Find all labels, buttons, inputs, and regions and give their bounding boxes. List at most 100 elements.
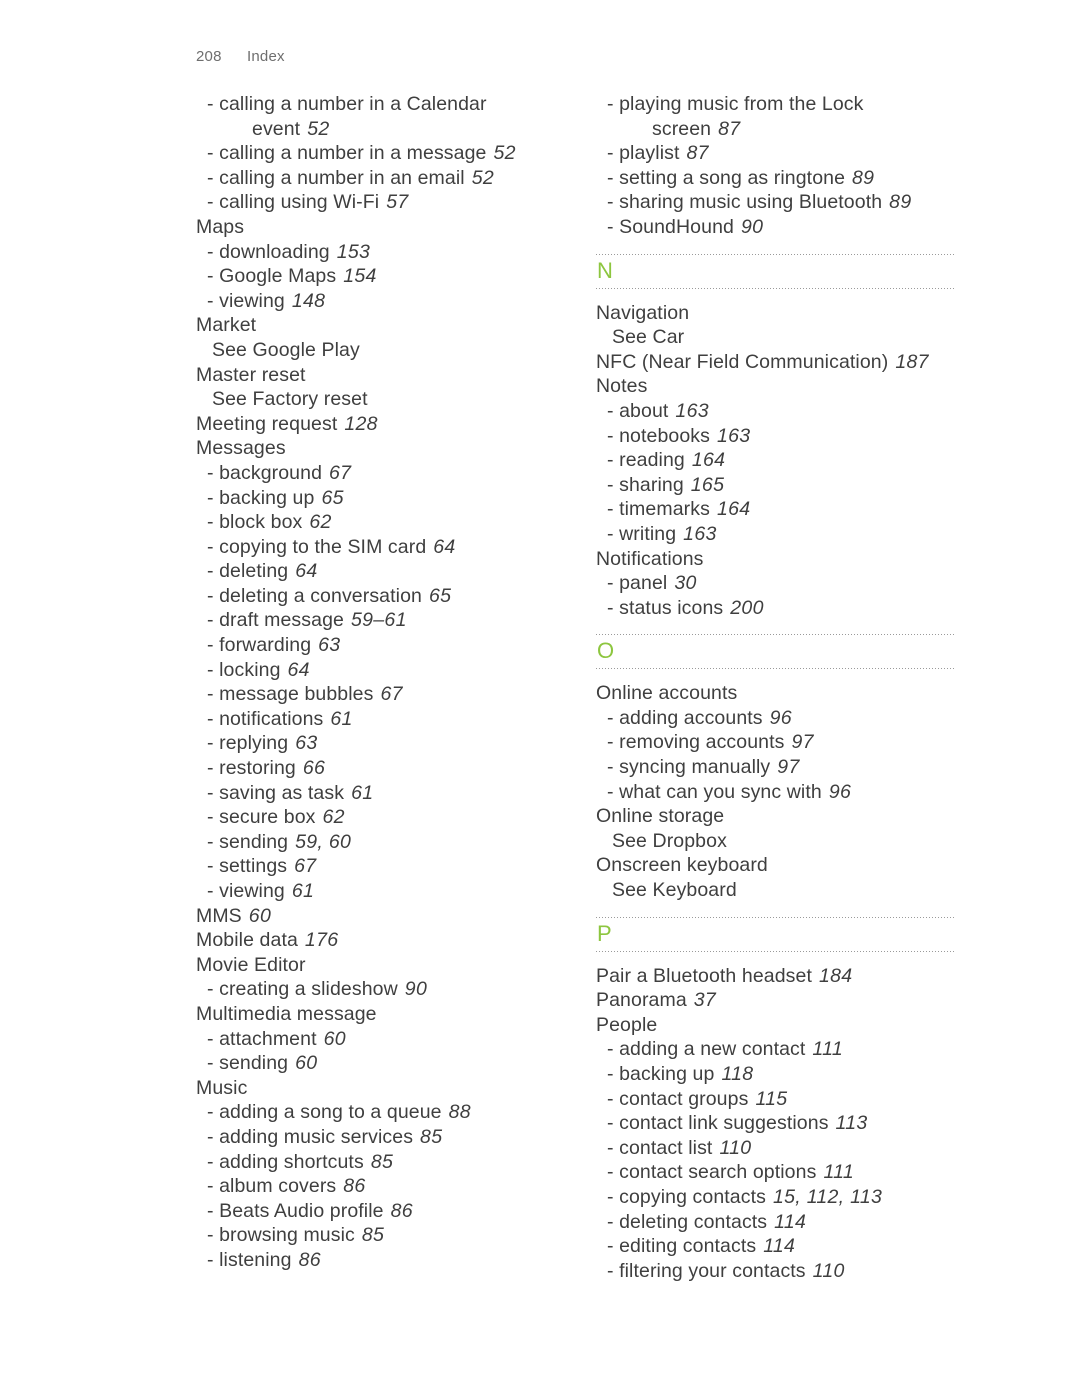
index-entry: See Factory reset	[196, 387, 562, 412]
index-entry-label: People	[596, 1013, 658, 1036]
index-entry-label: - downloading	[207, 240, 330, 263]
index-entry-label: - filtering your contacts	[607, 1259, 806, 1282]
index-entry: - about 163	[596, 399, 966, 424]
index-entry-page: 89	[852, 166, 875, 189]
index-entry-label: Maps	[196, 215, 245, 238]
index-entry-label: - sending	[207, 1052, 289, 1075]
index-entry: - copying contacts 15, 112, 113	[596, 1185, 966, 1210]
index-entry: - sharing music using Bluetooth 89	[596, 190, 966, 215]
index-entry-label: - timemarks	[607, 498, 710, 521]
index-entry: - notifications 61	[196, 707, 562, 732]
dotted-rule-bottom	[596, 950, 956, 952]
index-entry-label: - backing up	[207, 486, 315, 509]
index-entry-label: Navigation	[596, 301, 690, 324]
index-entry-page: 52	[471, 166, 495, 189]
index-entry: - calling a number in a message 52	[196, 141, 562, 166]
index-page: 208 Index - calling a number in a Calend…	[0, 0, 1080, 1397]
index-entry: - calling using Wi-Fi 57	[196, 190, 562, 215]
index-entry-page: 88	[448, 1101, 471, 1124]
index-entry: - viewing 61	[196, 879, 562, 904]
index-entry-page: 148	[291, 289, 326, 312]
index-entry-page: 85	[370, 1150, 394, 1173]
index-entry-label: - adding shortcuts	[207, 1150, 364, 1173]
index-entry-label: - message bubbles	[207, 683, 374, 706]
index-entry-page: 61	[291, 880, 315, 902]
running-head: 208 Index	[196, 48, 285, 65]
index-entry-label: screen	[652, 117, 712, 140]
index-entry-page: 87	[718, 117, 741, 140]
index-entry: Mobile data 176	[196, 928, 562, 953]
index-entry-page: 115	[755, 1087, 788, 1110]
index-entry-page: 37	[693, 989, 717, 1012]
index-entry: - attachment 60	[196, 1027, 562, 1052]
index-entry: - adding a new contact 111	[596, 1037, 966, 1062]
index-entry-label: MMS	[196, 904, 242, 927]
index-entry-label: - copying to the SIM card	[207, 535, 427, 558]
index-entry: - sending 59, 60	[196, 830, 562, 855]
index-entry: - album covers 86	[196, 1174, 562, 1199]
index-entry-label: - background	[207, 461, 323, 484]
index-entry-label: - calling a number in a Calendar	[207, 93, 487, 115]
index-entry: - writing 163	[596, 522, 966, 547]
index-entry-label: Notifications	[596, 547, 704, 570]
index-entry: - timemarks 164	[596, 497, 966, 522]
index-entry: Meeting request 128	[196, 412, 562, 437]
index-entry-label: - contact link suggestions	[607, 1112, 829, 1135]
index-entry-label: - Google Maps	[207, 265, 337, 288]
section-letter: P	[597, 920, 613, 946]
index-entry-page: 110	[719, 1136, 752, 1159]
index-entry-page: 65	[321, 486, 344, 509]
index-entry: - forwarding 63	[196, 633, 562, 658]
index-entry-page: 85	[361, 1224, 385, 1247]
index-entry-label: - deleting a conversation	[207, 584, 422, 607]
index-entry-page: 118	[721, 1063, 754, 1085]
index-entry: - adding music services 85	[196, 1125, 562, 1150]
index-entry: See Car	[596, 325, 966, 350]
index-entry-label: - attachment	[207, 1027, 317, 1050]
index-entry: - saving as task 61	[196, 781, 562, 806]
index-entry-label: - about	[607, 399, 669, 422]
index-entry: - creating a slideshow 90	[196, 977, 562, 1002]
index-entry-label: See Google Play	[212, 338, 360, 361]
index-entry: - contact list 110	[596, 1136, 966, 1161]
index-entry: - sharing 165	[596, 473, 966, 498]
index-entry-label: - contact list	[607, 1136, 713, 1159]
index-entry: screen 87	[596, 117, 966, 142]
index-entry: Movie Editor	[196, 953, 562, 978]
index-entry-label: - calling a number in a message	[207, 142, 487, 165]
index-entry-label: - backing up	[607, 1063, 715, 1085]
index-entry-label: - playing music from the Lock	[607, 93, 864, 115]
index-entry: NFC (Near Field Communication) 187	[596, 350, 966, 375]
index-entry-label: - sharing	[607, 473, 684, 496]
index-entry: - setting a song as ringtone 89	[596, 166, 966, 191]
index-entry-label: - draft message	[207, 609, 344, 632]
index-entry-page: 113	[835, 1112, 868, 1135]
index-entry-page: 111	[812, 1038, 843, 1061]
index-entry-label: Multimedia message	[196, 1002, 377, 1025]
index-entry-label: - copying contacts	[607, 1185, 766, 1208]
index-entry-label: Movie Editor	[196, 953, 306, 976]
index-entry-page: 114	[763, 1235, 796, 1258]
index-entry-label: - browsing music	[207, 1224, 355, 1247]
index-entry: Maps	[196, 215, 562, 240]
index-entry: - deleting a conversation 65	[196, 584, 562, 609]
index-entry-label: - panel	[607, 572, 668, 595]
index-entry: - SoundHound 90	[596, 215, 966, 240]
index-entry: Online storage	[596, 804, 966, 829]
index-entry-page: 60	[248, 904, 272, 927]
index-entry-label: Online storage	[596, 805, 725, 828]
index-entry: - playlist 87	[596, 141, 966, 166]
index-entry: Online accounts	[596, 681, 966, 706]
index-entry-page: 67	[329, 461, 352, 484]
index-entry-page: 163	[683, 522, 717, 545]
index-entry-label: - removing accounts	[607, 731, 785, 754]
index-entry-page: 59, 60	[295, 830, 352, 853]
index-entry-page: 86	[298, 1248, 321, 1271]
section-letter: O	[597, 638, 615, 664]
index-entry-page: 110	[812, 1259, 845, 1282]
index-entry-label: Meeting request	[196, 412, 338, 435]
index-column-left: - calling a number in a Calendar event 52-…	[196, 92, 562, 1273]
index-entry: - copying to the SIM card 64	[196, 535, 562, 560]
index-entry: - syncing manually 97	[596, 755, 966, 780]
index-entry-page: 63	[318, 634, 341, 657]
